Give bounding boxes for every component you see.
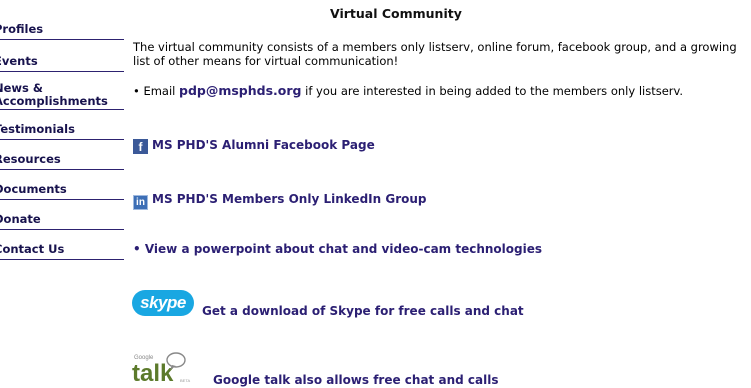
email-suffix: if you are interested in being added to … [301, 84, 684, 98]
nav-item-label: Testimonials [0, 122, 75, 136]
nav-item-label: Donate [0, 212, 41, 226]
linkedin-icon: in [133, 195, 148, 210]
facebook-icon: f [133, 139, 148, 154]
nav-item-testimonials[interactable]: Testimonials [0, 116, 124, 140]
skype-logo[interactable]: skype [132, 290, 194, 316]
nav-item-label: Profiles [0, 22, 44, 36]
nav-item-label: Documents [0, 182, 67, 196]
email-prefix: • Email [133, 84, 179, 98]
nav-item-label: Resources [0, 152, 61, 166]
powerpoint-link[interactable]: • View a powerpoint about chat and video… [133, 242, 542, 256]
email-link[interactable]: pdp@msphds.org [179, 83, 302, 98]
linkedin-link-label: MS PHD'S Members Only LinkedIn Group [152, 192, 427, 206]
linkedin-link[interactable]: in MS PHD'S Members Only LinkedIn Group [133, 192, 426, 210]
sidebar-nav: Profiles Events News & Accomplishments T… [0, 16, 124, 260]
email-paragraph: • Email pdp@msphds.org if you are intere… [133, 83, 703, 99]
nav-item-documents[interactable]: Documents [0, 176, 124, 200]
nav-item-news[interactable]: News & Accomplishments [0, 72, 124, 110]
nav-item-profiles[interactable]: Profiles [0, 16, 124, 40]
nav-item-contact-us[interactable]: Contact Us [0, 236, 124, 260]
nav-item-label: News & Accomplishments [0, 81, 108, 108]
intro-paragraph: The virtual community consists of a memb… [133, 40, 737, 68]
nav-item-donate[interactable]: Donate [0, 206, 124, 230]
nav-item-label: Events [0, 54, 38, 68]
google-talk-logo[interactable]: Google talk BETA [132, 350, 192, 387]
skype-download-link[interactable]: Get a download of Skype for free calls a… [202, 304, 524, 318]
nav-item-label: Contact Us [0, 242, 65, 256]
page-title: Virtual Community [330, 6, 462, 21]
nav-item-resources[interactable]: Resources [0, 146, 124, 170]
facebook-link-label: MS PHD'S Alumni Facebook Page [152, 138, 375, 152]
gtalk-beta-text: BETA [180, 378, 190, 383]
google-talk-icon: Google talk BETA [132, 352, 190, 387]
nav-item-events[interactable]: Events [0, 48, 124, 72]
facebook-link[interactable]: f MS PHD'S Alumni Facebook Page [133, 138, 375, 154]
